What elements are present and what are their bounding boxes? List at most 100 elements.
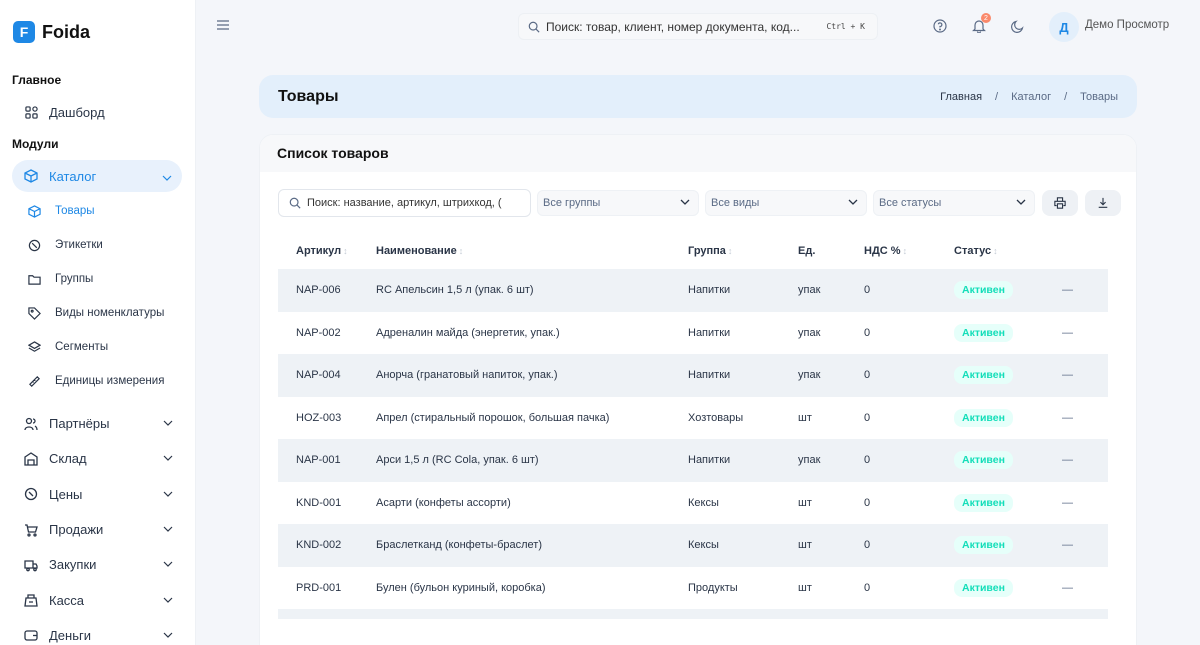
wallet-icon [24, 628, 38, 642]
column-vat[interactable]: НДС % ↕ [864, 245, 954, 257]
sidebar-item-dashboard[interactable]: Дашборд [0, 96, 195, 128]
printer-icon [1054, 197, 1066, 209]
sidebar-subitem-products[interactable]: Товары [0, 194, 195, 228]
row-action[interactable]: — [1062, 582, 1102, 594]
sidebar-subitem-nomenclature-types[interactable]: Виды номенклатуры [0, 296, 195, 330]
cell-status: Активен [954, 366, 1062, 385]
cell-name: RC Апельсин 1,5 л (упак. 6 шт) [376, 284, 534, 297]
username[interactable]: Демо Просмотр [1085, 19, 1169, 31]
table-row[interactable]: NAP-001 Арси 1,5 л (RC Cola, упак. 6 шт)… [278, 439, 1108, 482]
sidebar-item-purchases[interactable]: Закупки [0, 547, 195, 582]
column-label: Артикул [296, 245, 342, 257]
menu-toggle-icon[interactable] [216, 18, 230, 32]
status-filter-select[interactable]: Все статусы [873, 190, 1035, 216]
sidebar-item-catalog[interactable]: Каталог [12, 160, 182, 192]
sidebar-item-cashbox[interactable]: Касса [0, 582, 195, 617]
sidebar-subitem-groups[interactable]: Группы [0, 262, 195, 296]
table-row[interactable]: HOZ-003 Апрел (стиральный порошок, больш… [278, 397, 1108, 440]
tag-icon [28, 239, 41, 252]
table-row[interactable]: PRD-001 Булен (бульон куриный, коробка) … [278, 567, 1108, 610]
column-label: Группа [688, 245, 726, 257]
help-icon[interactable] [932, 18, 948, 34]
column-sku[interactable]: Артикул ↕ [278, 245, 376, 257]
global-search-input[interactable]: Поиск: товар, клиент, номер документа, к… [518, 13, 878, 40]
cell-status: Активен [954, 493, 1062, 512]
row-action[interactable]: — [1062, 412, 1102, 424]
sidebar: F Foida Главное Дашборд Модули Каталог Т… [0, 0, 196, 645]
notification-badge: 2 [981, 13, 991, 23]
sidebar-item-warehouse[interactable]: Склад [0, 441, 195, 476]
sidebar-item-label: Цены [49, 486, 83, 502]
chevron-down-icon [163, 593, 173, 608]
section-title-main: Главное [12, 73, 62, 87]
cell-sku: NAP-004 [296, 369, 341, 382]
cell-unit: шт [798, 581, 812, 594]
column-name[interactable]: Наименование ↕ [376, 245, 688, 257]
cell-name: Асарти (конфеты ассорти) [376, 496, 511, 509]
table-row[interactable]: NAP-004 Анорча (гранатовый напиток, упак… [278, 354, 1108, 397]
cell-group: Продукты [688, 581, 738, 594]
page-header: Товары Главная / Каталог / Товары [259, 75, 1137, 118]
download-button[interactable] [1085, 190, 1121, 216]
status-badge: Активен [954, 408, 1013, 427]
row-action[interactable]: — [1062, 497, 1102, 509]
sidebar-subitem-labels[interactable]: Этикетки [0, 228, 195, 262]
chevron-down-icon [163, 487, 173, 502]
table-row[interactable]: KND-001 Асарти (конфеты ассорти) Кексы ш… [278, 482, 1108, 525]
sidebar-item-prices[interactable]: Цены [0, 477, 195, 512]
dashboard-icon [24, 105, 38, 119]
row-action[interactable]: — [1062, 284, 1102, 296]
sidebar-subitem-label: Единицы измерения [55, 375, 165, 387]
table-row[interactable]: NAP-006 RC Апельсин 1,5 л (упак. 6 шт) Н… [278, 269, 1108, 312]
breadcrumb-home[interactable]: Главная [940, 91, 982, 103]
status-badge: Активен [954, 451, 1013, 470]
table-row[interactable]: KND-002 Браслетканд (конфеты-браслет) Ке… [278, 524, 1108, 567]
sort-icon: ↕ [993, 246, 998, 256]
sidebar-subitem-segments[interactable]: Сегменты [0, 330, 195, 364]
brand[interactable]: F Foida [0, 0, 195, 64]
group-filter-select[interactable]: Все группы [537, 190, 699, 216]
sidebar-item-label: Каталог [49, 168, 97, 184]
sidebar-item-sales[interactable]: Продажи [0, 512, 195, 547]
sidebar-subitem-units[interactable]: Единицы измерения [0, 364, 195, 398]
sidebar-item-label: Касса [49, 592, 85, 608]
cell-vat: 0 [864, 454, 871, 467]
status-filter-value: Все статусы [879, 197, 942, 209]
cart-icon [24, 523, 38, 537]
type-filter-select[interactable]: Все виды [705, 190, 867, 216]
row-action[interactable]: — [1062, 327, 1102, 339]
cell-group: Кексы [688, 496, 719, 509]
sort-icon: ↕ [343, 246, 348, 256]
price-tag-icon [24, 487, 38, 501]
cell-name: Булен (бульон куриный, коробка) [376, 581, 546, 594]
download-icon [1097, 197, 1109, 209]
breadcrumb-catalog[interactable]: Каталог [1011, 91, 1051, 103]
folder-icon [28, 273, 41, 286]
sort-icon: ↕ [458, 246, 464, 256]
sort-icon: ↕ [902, 246, 908, 256]
products-card: Список товаров Поиск: название, артикул,… [259, 134, 1137, 645]
sidebar-item-partners[interactable]: Партнёры [0, 406, 195, 441]
table-row[interactable]: NAP-002 Адреналин майда (энергетик, упак… [278, 312, 1108, 355]
column-label: НДС % [864, 245, 901, 257]
cell-status: Активен [954, 451, 1062, 470]
row-action[interactable]: — [1062, 539, 1102, 551]
avatar[interactable]: Д [1049, 12, 1079, 42]
column-group[interactable]: Группа ↕ [688, 245, 798, 257]
column-status[interactable]: Статус ↕ [954, 245, 1062, 257]
product-search-input[interactable]: Поиск: название, артикул, штрихкод, ( [278, 189, 531, 217]
row-action[interactable]: — [1062, 369, 1102, 381]
moon-icon[interactable] [1010, 18, 1026, 34]
filters-bar: Поиск: название, артикул, штрихкод, ( Вс… [278, 189, 1121, 217]
page-title: Товары [278, 87, 339, 105]
row-action[interactable]: — [1062, 454, 1102, 466]
cell-unit: шт [798, 496, 812, 509]
sidebar-item-label: Деньги [49, 627, 91, 643]
sidebar-item-money[interactable]: Деньги [0, 618, 195, 645]
cell-status: Активен [954, 323, 1062, 342]
sidebar-subitem-label: Группы [55, 273, 94, 285]
cell-sku: HOZ-003 [296, 411, 342, 424]
print-button[interactable] [1042, 190, 1078, 216]
brand-name: Foida [42, 21, 90, 42]
bell-icon[interactable]: 2 [971, 13, 991, 34]
